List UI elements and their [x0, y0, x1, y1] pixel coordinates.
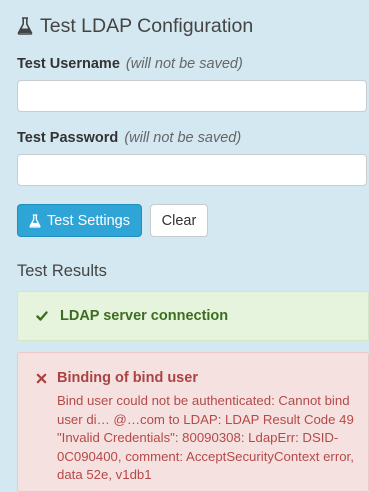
panel-title: Test LDAP Configuration [17, 13, 253, 39]
clear-label: Clear [161, 212, 197, 229]
ldap-test-panel: Test LDAP Configuration Test Username (w… [0, 0, 369, 492]
error-label: Binding of bind user [57, 370, 198, 386]
password-input[interactable] [17, 154, 367, 186]
username-input[interactable] [17, 80, 367, 112]
results-title: Test Results [17, 262, 107, 280]
flask-icon [29, 213, 41, 228]
panel-title-text: Test LDAP Configuration [40, 14, 254, 37]
password-label: Test Password (will not be saved) [17, 130, 241, 146]
success-label: LDAP server connection [60, 308, 229, 324]
username-label-text: Test Username [17, 56, 120, 72]
clear-button[interactable]: Clear [150, 204, 208, 237]
error-message: Bind user could not be authenticated: Ca… [57, 393, 354, 482]
username-label: Test Username (will not be saved) [17, 56, 243, 72]
success-alert: LDAP server connection [17, 291, 369, 341]
check-icon [36, 311, 48, 321]
flask-icon [17, 17, 33, 35]
error-alert: Binding of bind user Bind user could not… [17, 352, 369, 492]
password-label-text: Test Password [17, 130, 119, 146]
username-hint: (will not be saved) [125, 56, 243, 72]
test-settings-button[interactable]: Test Settings [17, 204, 142, 237]
error-heading: Binding of bind user [36, 370, 356, 386]
test-settings-label: Test Settings [46, 212, 130, 229]
password-hint: (will not be saved) [124, 130, 242, 146]
x-icon [36, 373, 47, 383]
